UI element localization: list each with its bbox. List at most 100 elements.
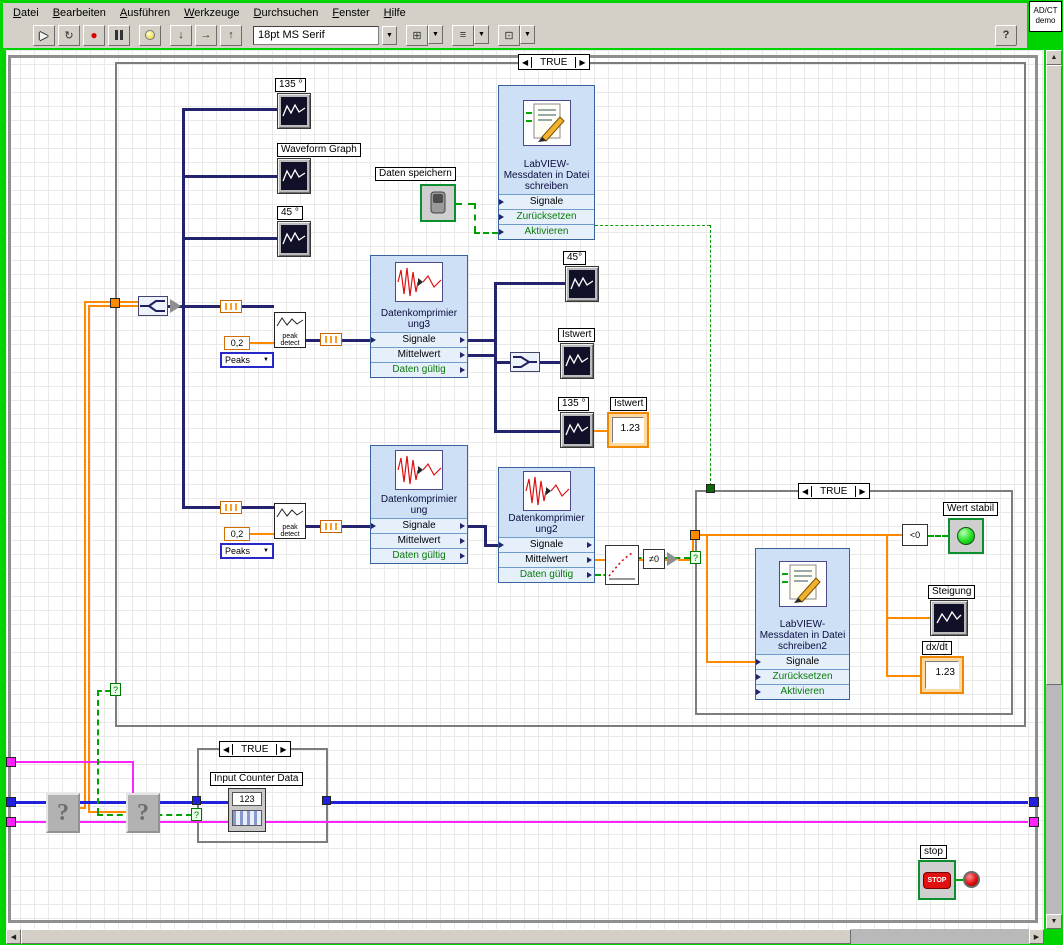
case-selector-label-bottom[interactable]: ◀ TRUE ▶ — [219, 741, 291, 757]
case-next-arrow-icon[interactable]: ▶ — [277, 745, 289, 754]
express-row-mittelwert[interactable]: Mittelwert — [371, 533, 467, 548]
peak-detect-node-upper[interactable]: peak detect — [274, 312, 306, 348]
case-value[interactable]: TRUE — [232, 743, 278, 755]
peaks-enum-upper[interactable]: Peaks ▼ — [220, 352, 274, 368]
dxdt-numeric-indicator[interactable]: 1.23 — [920, 656, 964, 694]
align-objects-button[interactable]: ⊞ — [406, 24, 428, 46]
menu-datei[interactable]: Datei — [6, 5, 46, 21]
express-row-signale[interactable]: Signale — [499, 537, 594, 552]
vertical-scrollbar[interactable]: ▲ ▼ — [1046, 50, 1062, 929]
daten-speichern-switch-terminal[interactable] — [420, 184, 456, 222]
istwert-numeric-indicator[interactable]: 1.23 — [607, 412, 649, 448]
horizontal-scrollbar[interactable]: ◀ ▶ — [6, 929, 1044, 944]
merge-signals-node[interactable] — [510, 352, 540, 372]
convert-to-dynamic-node[interactable] — [320, 520, 342, 533]
express-row-zuruecksetzen[interactable]: Zurücksetzen — [499, 209, 594, 224]
case-value[interactable]: TRUE — [531, 56, 577, 68]
reorder-dropdown-arrow[interactable]: ▼ — [520, 24, 535, 44]
subvi-question-2[interactable]: ? — [126, 793, 160, 833]
step-into-button[interactable]: ↓ — [170, 24, 192, 46]
waveform-chart-terminal-steigung[interactable] — [930, 600, 968, 636]
express-row-zuruecksetzen[interactable]: Zurücksetzen — [756, 669, 849, 684]
express-row-aktivieren[interactable]: Aktivieren — [756, 684, 849, 699]
counter-terminal[interactable]: 123 — [228, 788, 266, 832]
express-vi-datenkomprimierung[interactable]: Datenkomprimier ung Signale Mittelwert D… — [370, 445, 468, 564]
menu-hilfe[interactable]: Hilfe — [377, 5, 413, 21]
express-row-aktivieren[interactable]: Aktivieren — [499, 224, 594, 239]
convert-to-dynamic-icon[interactable] — [170, 299, 181, 313]
peak-detect-node-lower[interactable]: peak detect — [274, 503, 306, 539]
menu-fenster[interactable]: Fenster — [325, 5, 376, 21]
vi-icon-badge[interactable]: AD/CT demo — [1029, 1, 1062, 32]
pause-button[interactable] — [108, 24, 130, 46]
subvi-question-1[interactable]: ? — [46, 793, 80, 833]
block-diagram[interactable]: ◀ TRUE ▶ ◀ TRUE ▶ ◀ TRUE ▶ 135 ° Wavefor… — [6, 50, 1044, 929]
case-prev-arrow-icon[interactable]: ◀ — [519, 58, 531, 67]
context-help-button[interactable]: ? — [995, 24, 1017, 46]
express-vi-datenkomprimierung3[interactable]: Datenkomprimier ung3 Signale Mittelwert … — [370, 255, 468, 378]
run-button[interactable]: ▶ — [33, 24, 55, 46]
waveform-graph-terminal-135-mid[interactable] — [560, 412, 594, 448]
case-selector-label-inner[interactable]: ◀ TRUE ▶ — [798, 483, 870, 499]
wert-stabil-led[interactable] — [948, 518, 984, 554]
not-equal-zero-node[interactable]: ≠0 — [643, 549, 665, 569]
abort-icon: ● — [90, 28, 98, 42]
loop-condition-terminal[interactable] — [963, 871, 980, 888]
menu-ausfuehren[interactable]: Ausführen — [113, 5, 177, 21]
case-prev-arrow-icon[interactable]: ◀ — [220, 745, 232, 754]
vertical-scroll-thumb[interactable] — [1046, 65, 1062, 685]
step-over-button[interactable]: → — [195, 24, 217, 46]
express-vi-write-measurement-file-2[interactable]: LabVIEW-Messdaten in Datei schreiben2 Si… — [755, 548, 850, 700]
express-row-mittelwert[interactable]: Mittelwert — [499, 552, 594, 567]
case-next-arrow-icon[interactable]: ▶ — [576, 58, 588, 67]
express-row-signale[interactable]: Signale — [371, 332, 467, 347]
threshold-constant-upper[interactable]: 0,2 — [224, 336, 250, 350]
express-row-daten-gueltig[interactable]: Daten gültig — [371, 548, 467, 563]
express-row-daten-gueltig[interactable]: Daten gültig — [371, 362, 467, 377]
convert-from-dynamic-node[interactable] — [220, 501, 242, 514]
font-selector[interactable]: 18pt MS Serif — [253, 25, 379, 45]
convert-from-dynamic-node[interactable] — [220, 300, 242, 313]
waveform-graph-terminal[interactable] — [277, 158, 311, 194]
case-selector-label-outer[interactable]: ◀ TRUE ▶ — [518, 54, 590, 70]
menu-werkzeuge[interactable]: Werkzeuge — [177, 5, 246, 21]
convert-to-dynamic-node[interactable] — [320, 333, 342, 346]
menu-durchsuchen[interactable]: Durchsuchen — [247, 5, 326, 21]
express-row-signale[interactable]: Signale — [499, 194, 594, 209]
distribute-objects-button[interactable]: ≡ — [452, 24, 474, 46]
case-value[interactable]: TRUE — [811, 485, 857, 497]
step-out-button[interactable]: ↑ — [220, 24, 242, 46]
font-dropdown-arrow[interactable]: ▼ — [382, 25, 397, 45]
scroll-up-button[interactable]: ▲ — [1046, 50, 1062, 65]
case-prev-arrow-icon[interactable]: ◀ — [799, 487, 811, 496]
run-continuous-button[interactable]: ↻ — [58, 24, 80, 46]
peaks-enum-lower[interactable]: Peaks ▼ — [220, 543, 274, 559]
abort-button[interactable]: ● — [83, 24, 105, 46]
express-row-signale[interactable]: Signale — [756, 654, 849, 669]
express-row-signale[interactable]: Signale — [371, 518, 467, 533]
menu-bearbeiten[interactable]: Bearbeiten — [46, 5, 113, 21]
scroll-left-button[interactable]: ◀ — [6, 929, 21, 944]
horizontal-scroll-thumb[interactable] — [21, 929, 851, 944]
waveform-graph-terminal-45-mid[interactable] — [565, 266, 599, 302]
stop-button-terminal[interactable]: STOP — [918, 860, 956, 900]
waveform-graph-terminal-135[interactable] — [277, 93, 311, 129]
derivative-node[interactable] — [605, 545, 639, 585]
express-vi-datenkomprimierung2[interactable]: Datenkomprimier ung2 Signale Mittelwert … — [498, 467, 595, 583]
convert-to-boolean-icon[interactable] — [667, 552, 678, 566]
waveform-graph-terminal-istwert[interactable] — [560, 343, 594, 379]
distribute-dropdown-arrow[interactable]: ▼ — [474, 24, 489, 44]
threshold-constant-lower[interactable]: 0,2 — [224, 527, 250, 541]
scroll-right-button[interactable]: ▶ — [1029, 929, 1044, 944]
highlight-execution-button[interactable] — [139, 24, 161, 46]
waveform-graph-terminal-45[interactable] — [277, 221, 311, 257]
express-row-mittelwert[interactable]: Mittelwert — [371, 347, 467, 362]
align-dropdown-arrow[interactable]: ▼ — [428, 24, 443, 44]
less-than-zero-node[interactable]: <0 — [902, 524, 928, 546]
express-row-daten-gueltig[interactable]: Daten gültig — [499, 567, 594, 582]
scroll-down-button[interactable]: ▼ — [1046, 914, 1062, 929]
reorder-objects-button[interactable]: ⊡ — [498, 24, 520, 46]
split-signals-node[interactable] — [138, 296, 168, 316]
express-vi-write-measurement-file-1[interactable]: LabVIEW-Messdaten in Datei schreiben Sig… — [498, 85, 595, 240]
case-next-arrow-icon[interactable]: ▶ — [856, 487, 868, 496]
